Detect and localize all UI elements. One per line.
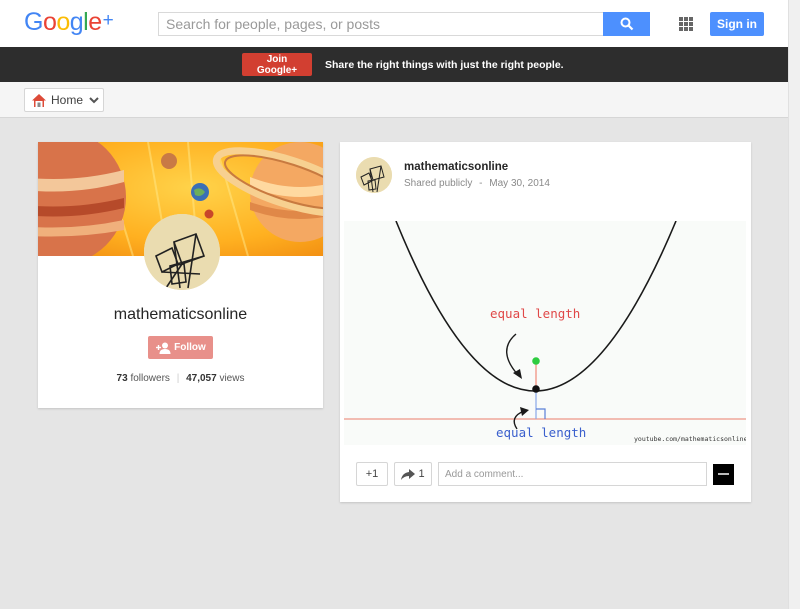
post-date[interactable]: May 30, 2014 xyxy=(489,178,550,189)
media-watermark: youtube.com/mathematicsonline xyxy=(634,435,746,443)
share-count: 1 xyxy=(418,468,425,480)
follow-label: Follow xyxy=(174,342,206,353)
post-author-avatar[interactable] xyxy=(356,157,392,193)
post-meta: Shared publicly - May 30, 2014 xyxy=(404,178,550,189)
sign-in-button[interactable]: Sign in xyxy=(710,12,764,36)
apps-grid-icon[interactable] xyxy=(679,17,693,31)
promo-message: Share the right things with just the rig… xyxy=(325,59,564,71)
search-box xyxy=(158,12,604,36)
stats-divider: | xyxy=(176,373,180,384)
top-bar: Google+ Sign in xyxy=(0,0,788,47)
profile-stats: 73 followers | 47,057 views xyxy=(38,373,323,384)
views-count: 47,057 xyxy=(186,373,217,384)
profile-card: mathematicsonline Follow 73 followers | … xyxy=(38,142,323,408)
post-meta-separator: - xyxy=(479,178,483,189)
views-label: views xyxy=(219,373,245,384)
followers-label: followers xyxy=(130,373,170,384)
google-plus-logo[interactable]: Google+ xyxy=(24,8,114,37)
post-author-name[interactable]: mathematicsonline xyxy=(404,161,508,173)
post-media-image[interactable]: equal length equal length youtube.com/ma… xyxy=(344,220,748,445)
logo-letter: + xyxy=(102,10,114,31)
logo-letter: e xyxy=(88,8,102,36)
follow-button[interactable]: Follow xyxy=(148,336,213,359)
chevron-down-icon xyxy=(89,97,99,104)
comment-box xyxy=(438,462,707,486)
plus-one-label: +1 xyxy=(365,468,379,480)
comment-input[interactable] xyxy=(439,463,701,485)
logo-letter: o xyxy=(56,8,70,36)
home-icon xyxy=(32,93,46,107)
home-label: Home xyxy=(51,93,84,107)
logo-letter: g xyxy=(69,8,84,36)
commenter-avatar xyxy=(713,464,734,485)
join-google-plus-button[interactable]: Join Google+ xyxy=(242,53,312,76)
media-label-bottom: equal length xyxy=(496,425,586,440)
add-person-icon xyxy=(156,342,171,354)
scrollbar[interactable] xyxy=(788,0,800,609)
logo-letter: o xyxy=(42,8,57,36)
nav-bar: Home xyxy=(0,82,788,118)
share-arrow-icon xyxy=(401,468,416,480)
logo-letter: G xyxy=(24,8,43,36)
media-label-top: equal length xyxy=(490,306,580,321)
followers-count: 73 xyxy=(116,373,128,384)
share-button[interactable]: 1 xyxy=(394,462,432,486)
promo-bar: Join Google+ Share the right things with… xyxy=(0,47,788,82)
home-dropdown[interactable]: Home xyxy=(24,88,104,112)
profile-avatar[interactable] xyxy=(144,214,220,290)
post-card: mathematicsonline Shared publicly - May … xyxy=(340,142,751,502)
post-visibility: Shared publicly xyxy=(404,178,473,189)
search-input[interactable] xyxy=(159,13,603,35)
search-button[interactable] xyxy=(603,12,650,36)
plus-one-button[interactable]: +1 xyxy=(356,462,388,486)
search-icon xyxy=(620,17,633,31)
profile-name: mathematicsonline xyxy=(113,306,248,323)
